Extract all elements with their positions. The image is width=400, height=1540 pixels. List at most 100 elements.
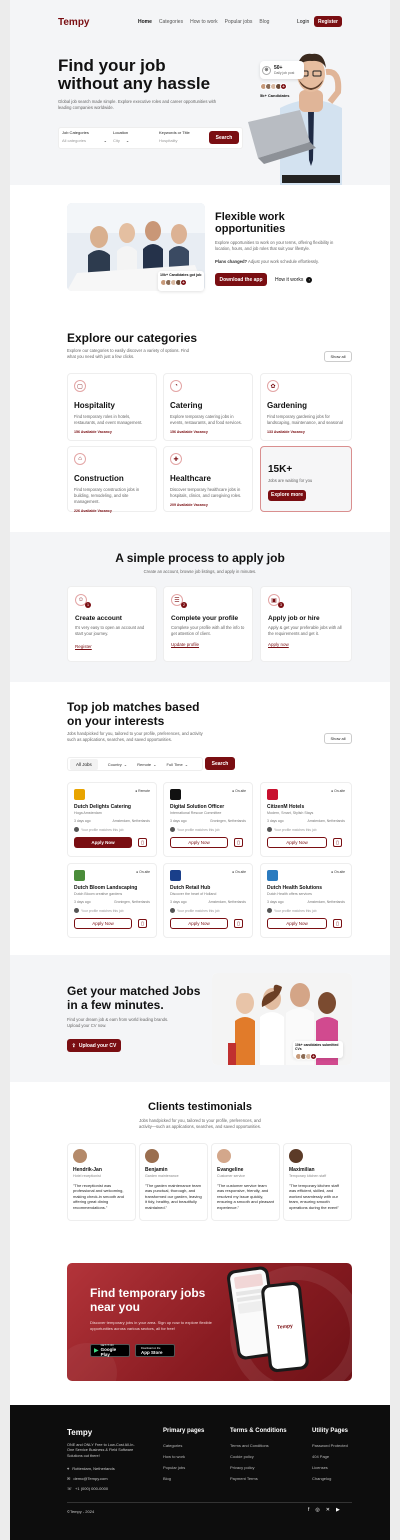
footer-link[interactable]: Changelog: [312, 1476, 348, 1481]
bookmark-icon[interactable]: ▯: [333, 919, 342, 928]
keywords-field-label: Keywords or Title: [159, 130, 190, 135]
category-card-healthcare[interactable]: ✚ Healthcare Discover temporary healthca…: [163, 446, 253, 512]
app-promo-title-line1: Find temporary jobs: [90, 1286, 206, 1300]
how-it-works-link[interactable]: How it works ›: [275, 277, 313, 283]
filter-full-time[interactable]: Full Time ⌄: [167, 762, 189, 767]
google-play-button[interactable]: ▶ GET IT ON Google Play: [90, 1344, 130, 1357]
location-dot-icon: ●: [136, 870, 139, 874]
testimonial-card: Evangeline Customer service "The customer …: [211, 1143, 280, 1221]
footer-brand[interactable]: Tempy: [67, 1428, 92, 1437]
categories-title: Explore our categories: [67, 331, 198, 345]
job-card: ● On-site Dutch Bloom Landscaping Dutch Blo…: [67, 863, 157, 938]
register-link[interactable]: Register: [75, 644, 149, 649]
bookmark-icon[interactable]: ▯: [138, 919, 147, 928]
nav-how-to-work[interactable]: How to work: [190, 19, 218, 25]
youtube-icon[interactable]: ▶: [336, 1507, 340, 1513]
chevron-down-icon: ⌄: [123, 761, 128, 767]
footer-address: ⌖ Rotterdam, Netherlands: [67, 1466, 115, 1471]
testimonial-card: Benjamin Garden maintenance "The garden ma…: [139, 1143, 208, 1221]
footer-link[interactable]: Blog: [163, 1476, 204, 1481]
hero-search-button[interactable]: Search: [209, 131, 239, 144]
footer-email[interactable]: ✉ demo@Tempy.com: [67, 1476, 108, 1481]
app-store-button[interactable]: Download on the App Store: [135, 1344, 175, 1357]
jobs-search-button[interactable]: Search: [205, 757, 235, 770]
location-field[interactable]: Location City ⌄: [113, 130, 153, 143]
footer-link[interactable]: How to work: [163, 1454, 204, 1459]
category-description: Find temporary roles in hotels, restaura…: [74, 414, 143, 425]
category-card-gardening[interactable]: ✿ Gardening Find temporary gardening job…: [260, 373, 352, 441]
footer-link[interactable]: Privacy policy: [230, 1465, 287, 1470]
filter-country[interactable]: Country ⌄: [108, 762, 127, 767]
matches-show-all-button[interactable]: Show all: [324, 733, 352, 744]
apply-now-button[interactable]: Apply Now: [170, 837, 228, 848]
matched-title-line2: in a few minutes.: [67, 997, 164, 1012]
avatar: [145, 1149, 159, 1163]
category-field[interactable]: Job Categories All categories ⌄: [62, 130, 107, 143]
job-company: Digital Solution Officer: [170, 804, 225, 810]
login-link[interactable]: Login: [297, 19, 309, 25]
footer-phone[interactable]: ☏ +1 (000) 000-0000: [67, 1486, 108, 1491]
footer-link[interactable]: Categories: [163, 1443, 204, 1448]
avatar: [170, 908, 175, 913]
page: Tempy Home Categories How to work Popula…: [10, 0, 390, 1540]
process-step-apply-job: ▣ 3 Apply job or hire Apply & get your pr…: [260, 586, 352, 662]
footer-col-primary: Primary pages Categories How to work Pop…: [163, 1428, 204, 1487]
job-location: Amsterdam, Netherlands: [112, 819, 150, 823]
footer-link[interactable]: 404 Page: [312, 1454, 348, 1459]
category-vacancy: 226 Available Vacancy: [74, 508, 112, 513]
explore-more-button[interactable]: Explore more: [268, 489, 306, 501]
upload-cv-button[interactable]: ⇪ Upload your CV: [67, 1039, 121, 1052]
gardening-icon: ✿: [267, 380, 279, 392]
nav-blog[interactable]: Blog: [259, 19, 269, 25]
job-match-note: Your profile matches this job: [274, 908, 317, 913]
categories-show-all-button[interactable]: Show all: [324, 351, 352, 362]
avatar: [267, 908, 272, 913]
download-app-button[interactable]: Download the app: [215, 273, 267, 286]
category-description: Discover temporary healthcare jobs in ho…: [170, 487, 242, 498]
job-company: Dutch Health Solutions: [267, 885, 322, 891]
badge-text: Daily job post: [274, 71, 295, 75]
category-card-construction[interactable]: ⌂ Construction Find temporary constructi…: [67, 446, 157, 513]
job-card: ● On-site CitizenM Hotels Modern, Smart, St…: [260, 782, 352, 857]
brand-logo[interactable]: Tempy: [58, 17, 90, 28]
twitter-icon[interactable]: ✕: [326, 1507, 330, 1513]
footer-link[interactable]: Cookie policy: [230, 1454, 287, 1459]
apply-now-button[interactable]: Apply Now: [267, 918, 327, 929]
category-card-hospitality[interactable]: ▢ Hospitality Find temporary roles in ho…: [67, 373, 157, 441]
bookmark-icon[interactable]: ▯: [234, 919, 243, 928]
update-profile-link[interactable]: Update profile: [171, 642, 245, 647]
nav-popular-jobs[interactable]: Popular jobs: [225, 19, 253, 25]
filter-all-jobs[interactable]: All Jobs: [70, 758, 98, 770]
job-match-note: Your profile matches this job: [177, 827, 220, 832]
testimonial-name: Benjamin: [145, 1167, 168, 1173]
footer-link[interactable]: Terms and Conditions: [230, 1443, 287, 1448]
category-card-catering[interactable]: ◔ Catering Explore temporary catering jo…: [163, 373, 253, 441]
bookmark-icon[interactable]: ▯: [333, 838, 342, 847]
facebook-icon[interactable]: f: [308, 1507, 309, 1513]
company-logo: [267, 789, 278, 800]
apply-now-link[interactable]: Apply now: [268, 642, 344, 647]
matched-title-line1: Get your matched Jobs: [67, 984, 201, 998]
apply-now-button[interactable]: Apply Now: [267, 837, 327, 848]
filter-remote[interactable]: Remote ⌄: [137, 762, 156, 767]
apply-now-button[interactable]: Apply Now: [170, 918, 228, 929]
footer-link[interactable]: Payment Terms: [230, 1476, 287, 1481]
submitted-text: 10k+ candidates submitted CVs: [295, 1043, 339, 1051]
nav-categories[interactable]: Categories: [159, 19, 183, 25]
bookmark-icon[interactable]: ▯: [234, 838, 243, 847]
job-location: Amsterdam, Netherlands: [307, 819, 345, 823]
footer-link[interactable]: Licenses: [312, 1465, 348, 1470]
step-number: 1: [85, 602, 91, 608]
apply-now-button[interactable]: Apply Now: [74, 837, 132, 848]
bookmark-icon[interactable]: ▯: [138, 838, 147, 847]
category-description: Explore temporary catering jobs in event…: [170, 414, 242, 425]
apply-now-button[interactable]: Apply Now: [74, 918, 132, 929]
job-location: Amsterdam, Netherlands: [208, 900, 246, 904]
nav-home[interactable]: Home: [138, 19, 152, 25]
register-button[interactable]: Register: [314, 16, 342, 27]
instagram-icon[interactable]: ◎: [315, 1507, 319, 1513]
keywords-field[interactable]: Keywords or Title Hospitality: [159, 130, 199, 143]
footer-link[interactable]: Password Protected: [312, 1443, 348, 1448]
footer-link[interactable]: Popular jobs: [163, 1465, 204, 1470]
testimonial-name: Maximilian: [289, 1167, 315, 1173]
